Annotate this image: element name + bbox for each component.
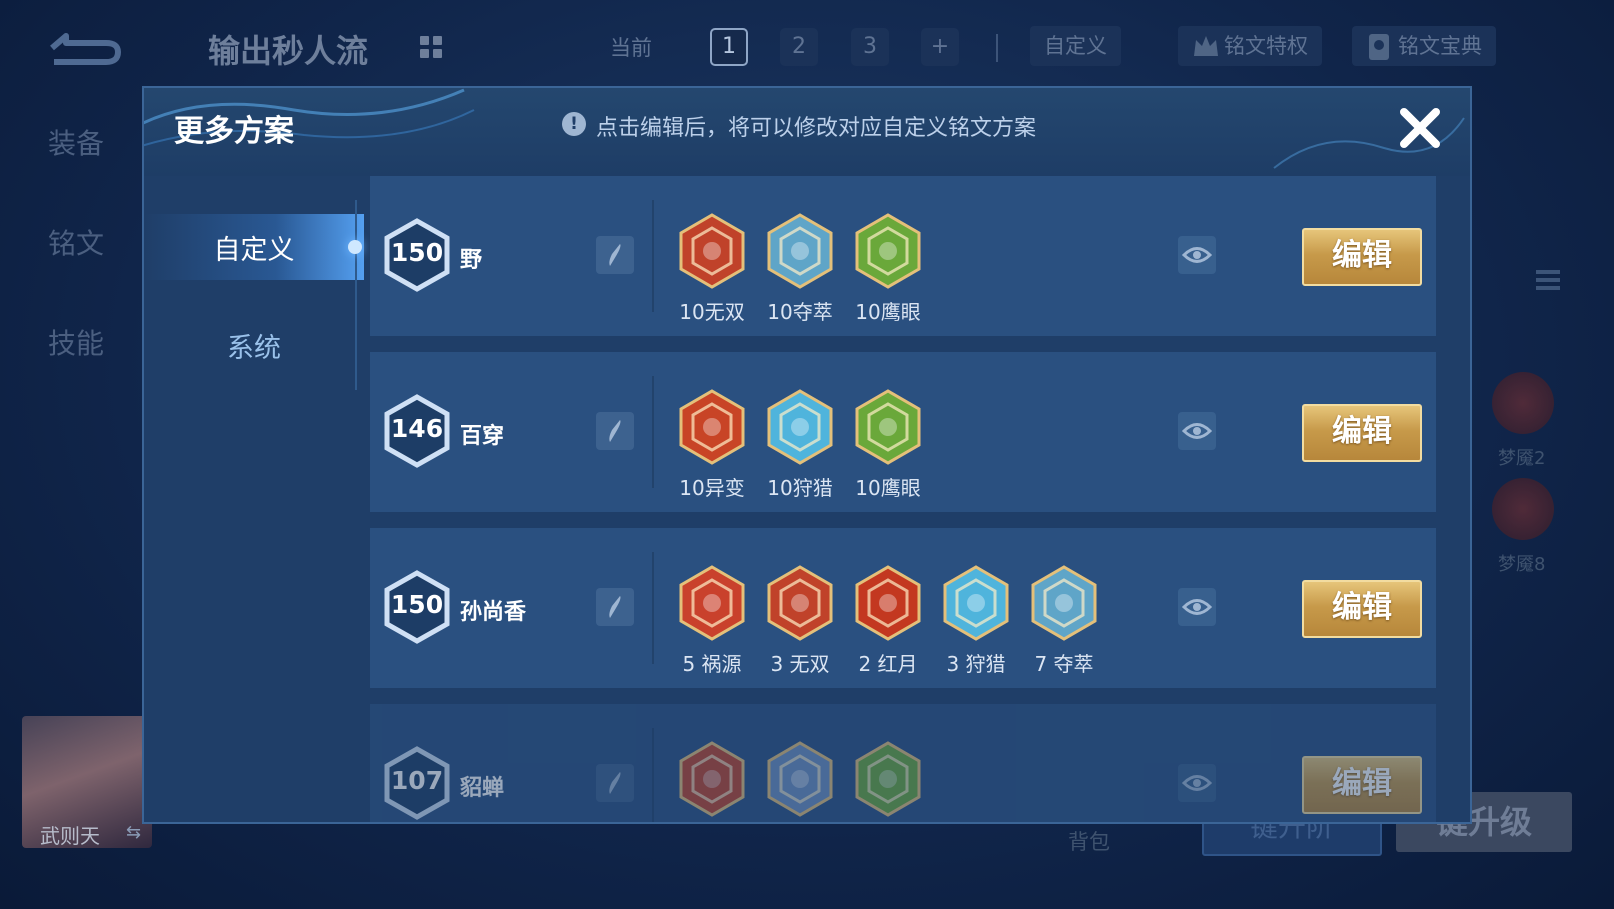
scheme-row: 150 孙尚香 5 祸源 3 无双 2 红月 3 狩猎 7 夺萃 编辑	[370, 528, 1436, 688]
eye-icon	[1181, 423, 1213, 439]
grid-icon[interactable]	[420, 36, 444, 60]
huoyuan-rune-icon	[679, 565, 745, 641]
bag-label[interactable]: 背包	[1068, 826, 1110, 856]
menu-icon[interactable]	[1532, 264, 1564, 296]
close-icon[interactable]	[1392, 100, 1448, 156]
yibian-rune-icon	[679, 389, 745, 465]
red-rune-icon	[679, 741, 745, 817]
rune-item[interactable]: 10无双	[672, 212, 752, 324]
privilege-label: 铭文特权	[1224, 34, 1308, 58]
preview-button[interactable]	[1178, 764, 1216, 802]
shoulie-rune-icon	[943, 565, 1009, 641]
eye-icon	[1181, 599, 1213, 615]
rune-item[interactable]: 10异变	[672, 388, 752, 500]
scheme-row: 146 百穿 10异变 10狩猎 10鹰眼 编辑	[370, 352, 1436, 512]
rename-button[interactable]	[596, 588, 634, 626]
edit-button[interactable]: 编辑	[1302, 756, 1422, 814]
rune-item[interactable]	[848, 740, 928, 818]
row-divider	[652, 728, 654, 822]
preview-button[interactable]	[1178, 412, 1216, 450]
scheme-row: 150 野 10无双 10夺萃 10鹰眼 编辑	[370, 176, 1436, 336]
rune-item[interactable]: 10狩猎	[760, 388, 840, 500]
wushuang-rune-icon	[679, 213, 745, 289]
pencil-icon	[609, 244, 621, 266]
rune-icon[interactable]	[1492, 478, 1554, 540]
custom-button[interactable]: 自定义	[1030, 26, 1121, 66]
rename-button[interactable]	[596, 764, 634, 802]
dialog-title: 更多方案	[174, 114, 294, 149]
duocui-rune-icon	[767, 213, 833, 289]
rune-item[interactable]: 3 狩猎	[936, 564, 1016, 676]
side-rune-label: 梦魇8	[1498, 554, 1546, 575]
rune-item[interactable]: 5 祸源	[672, 564, 752, 676]
tab-equipment[interactable]: 装备	[48, 122, 104, 162]
book-icon	[1369, 34, 1389, 60]
scheme-level: 107	[390, 766, 444, 795]
rune-item[interactable]: 10鹰眼	[848, 212, 928, 324]
rune-item[interactable]: 10夺萃	[760, 212, 840, 324]
scheme-name: 野	[460, 248, 483, 273]
page-button-2[interactable]: 2	[780, 28, 818, 66]
dialog-hint: 点击编辑后，将可以修改对应自定义铭文方案	[596, 116, 1037, 141]
tab-runes[interactable]: 铭文	[48, 222, 104, 262]
shoulie-rune-icon	[767, 389, 833, 465]
yingyan-rune-icon	[855, 213, 921, 289]
scheme-level: 150	[390, 238, 444, 267]
scheme-name: 貂蝉	[460, 776, 505, 801]
yingyan-rune-icon	[855, 389, 921, 465]
blue-rune-icon	[767, 741, 833, 817]
edit-button[interactable]: 编辑	[1302, 404, 1422, 462]
wushuang-rune-icon	[767, 565, 833, 641]
rune-item[interactable]	[760, 740, 840, 818]
rename-button[interactable]	[596, 236, 634, 274]
eye-icon	[1181, 775, 1213, 791]
more-schemes-dialog: 更多方案 ! 点击编辑后，将可以修改对应自定义铭文方案 自定义 系统 150 野 1…	[142, 86, 1472, 824]
pencil-icon	[609, 772, 621, 794]
rune-label: 10鹰眼	[855, 476, 921, 500]
back-icon[interactable]	[44, 30, 124, 66]
scheme-level: 150	[390, 590, 444, 619]
edit-button[interactable]: 编辑	[1302, 228, 1422, 286]
pencil-icon	[609, 420, 621, 442]
scheme-level: 146	[390, 414, 444, 443]
add-page-button[interactable]: +	[921, 28, 959, 66]
current-label: 当前	[610, 36, 652, 60]
hongyue-rune-icon	[855, 565, 921, 641]
preview-button[interactable]	[1178, 588, 1216, 626]
rune-item[interactable]	[672, 740, 752, 818]
rune-item[interactable]: 2 红月	[848, 564, 928, 676]
menu-item-custom[interactable]: 自定义	[144, 228, 364, 267]
rune-item[interactable]: 7 夺萃	[1024, 564, 1104, 676]
pencil-icon	[609, 596, 621, 618]
rune-icon[interactable]	[1492, 372, 1554, 434]
eye-icon	[1181, 247, 1213, 263]
scheme-row: 107 貂蝉 编辑	[370, 704, 1436, 822]
menu-item-system[interactable]: 系统	[144, 326, 364, 365]
info-icon: !	[562, 112, 586, 136]
top-bar: 输出秒人流 当前 1 2 3 + 自定义 铭文特权 铭文宝典	[0, 0, 1614, 90]
page-button-3[interactable]: 3	[851, 28, 889, 66]
side-rune-label: 梦魇2	[1498, 448, 1546, 469]
duocui-rune-icon	[1031, 565, 1097, 641]
rename-button[interactable]	[596, 412, 634, 450]
rune-label: 10鹰眼	[855, 300, 921, 324]
tab-skills[interactable]: 技能	[48, 322, 104, 362]
rune-item[interactable]: 10鹰眼	[848, 388, 928, 500]
page-button-1[interactable]: 1	[710, 28, 748, 66]
green-rune-icon	[855, 741, 921, 817]
preview-button[interactable]	[1178, 236, 1216, 274]
rune-label: 7 夺萃	[1034, 652, 1094, 676]
rune-item[interactable]: 3 无双	[760, 564, 840, 676]
swap-icon[interactable]: ⇆	[126, 822, 141, 843]
scheme-name: 输出秒人流	[208, 32, 369, 70]
divider	[996, 34, 998, 62]
scheme-name: 百穿	[460, 424, 505, 449]
hero-name: 武则天	[40, 824, 100, 848]
edit-button[interactable]: 编辑	[1302, 580, 1422, 638]
side-menu: 自定义 系统	[144, 176, 364, 822]
codex-label: 铭文宝典	[1398, 34, 1482, 58]
scheme-name: 孙尚香	[460, 600, 527, 625]
crown-icon	[1194, 36, 1218, 56]
